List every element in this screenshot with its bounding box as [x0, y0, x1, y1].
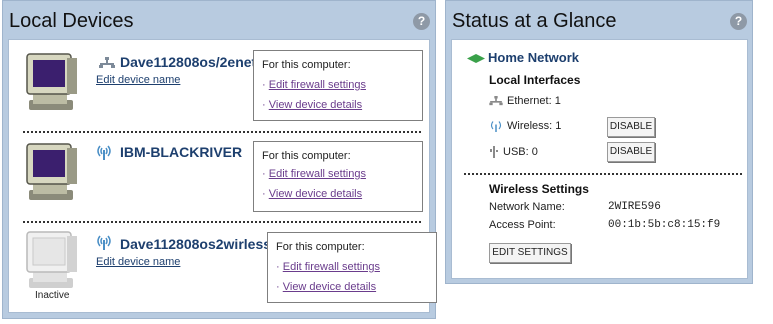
computer-icon	[26, 143, 77, 200]
ethernet-icon	[99, 57, 115, 68]
home-network-title: Home Network	[488, 50, 580, 65]
wireless-icon	[97, 145, 111, 160]
device-name: Dave112808os2wirless	[120, 236, 272, 252]
ethernet-count: Ethernet: 1	[507, 95, 561, 107]
access-point-label: Access Point:	[489, 219, 556, 231]
usb-row: USB: 0	[489, 146, 538, 159]
ethernet-row: Ethernet: 1	[489, 95, 561, 107]
local-devices-title: Local Devices	[9, 10, 134, 32]
local-devices-panel: Local Devices ? Dave112808os/2enet Edit …	[2, 0, 437, 319]
wireless-icon	[490, 121, 502, 133]
view-device-details-link[interactable]: · View device details	[276, 281, 376, 293]
wireless-count: Wireless: 1	[507, 120, 562, 132]
actions-header: For this computer:	[262, 59, 351, 71]
network-name-value: 2WIRE596	[608, 201, 661, 213]
ethernet-icon	[489, 96, 503, 106]
usb-count: USB: 0	[503, 146, 538, 158]
edit-device-name-link[interactable]: Edit device name	[96, 74, 180, 86]
help-icon[interactable]: ?	[413, 13, 430, 30]
green-diamond-icon	[467, 54, 485, 63]
computer-icon	[26, 53, 77, 110]
help-icon[interactable]: ?	[730, 13, 747, 30]
inactive-computer-icon	[26, 231, 77, 288]
access-point-value: 00:1b:5b:c8:15:f9	[608, 219, 721, 231]
wireless-row: Wireless: 1	[489, 120, 562, 133]
divider	[464, 173, 742, 175]
device-actions-box: For this computer: · Edit firewall setti…	[253, 50, 423, 121]
device-item: IBM-BLACKRIVER For this computer: · Edit…	[9, 132, 431, 220]
edit-firewall-link[interactable]: · Edit firewall settings	[262, 79, 366, 91]
device-actions-box: For this computer: · Edit firewall setti…	[253, 141, 423, 212]
status-content: Home Network Local Interfaces Ethernet: …	[451, 39, 748, 279]
local-interfaces-title: Local Interfaces	[489, 73, 581, 87]
wireless-settings-title: Wireless Settings	[489, 182, 589, 196]
edit-settings-button[interactable]: EDIT SETTINGS	[489, 243, 571, 263]
device-name: IBM-BLACKRIVER	[120, 144, 243, 160]
view-device-details-link[interactable]: · View device details	[262, 188, 362, 200]
wireless-icon	[97, 235, 111, 250]
edit-firewall-link[interactable]: · Edit firewall settings	[262, 168, 366, 180]
status-title: Status at a Glance	[452, 10, 617, 32]
usb-icon	[490, 146, 498, 159]
actions-header: For this computer:	[276, 241, 365, 253]
view-device-details-link[interactable]: · View device details	[262, 99, 362, 111]
device-actions-box: For this computer: · Edit firewall setti…	[267, 232, 437, 303]
status-at-a-glance-panel: Status at a Glance ? Home Network Local …	[445, 0, 753, 284]
disable-wireless-button[interactable]: DISABLE	[607, 117, 655, 137]
edit-firewall-link[interactable]: · Edit firewall settings	[276, 261, 380, 273]
inactive-status: Inactive	[35, 290, 70, 301]
device-name: Dave112808os/2enet	[120, 54, 257, 70]
device-item: Dave112808os/2enet Edit device name For …	[9, 40, 431, 130]
network-name-label: Network Name:	[489, 201, 565, 213]
actions-header: For this computer:	[262, 150, 351, 162]
device-list: Dave112808os/2enet Edit device name For …	[8, 39, 437, 314]
disable-usb-button[interactable]: DISABLE	[607, 142, 655, 162]
device-item: Inactive Dave112808os2wirless Edit devic…	[9, 222, 437, 314]
edit-device-name-link[interactable]: Edit device name	[96, 256, 180, 268]
